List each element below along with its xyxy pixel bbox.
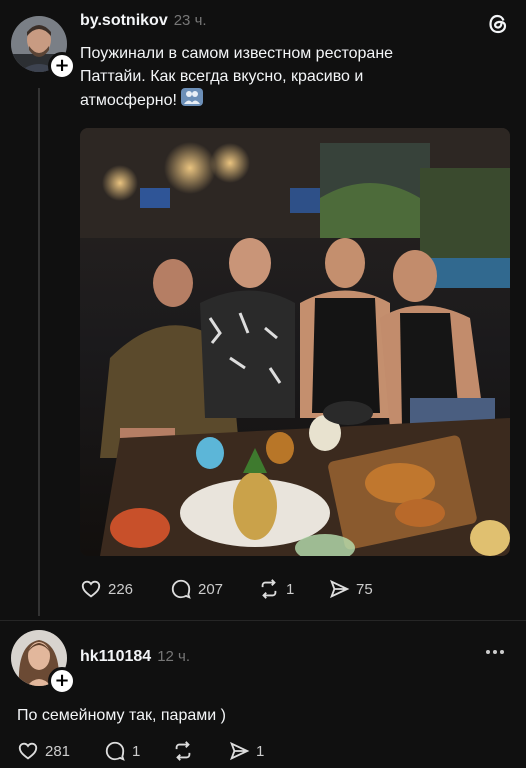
- post-timestamp: 23 ч.: [173, 12, 207, 29]
- couple-emoji-icon: [180, 88, 203, 113]
- heart-icon: [18, 742, 38, 760]
- repost-icon: [261, 579, 277, 599]
- post-divider: [0, 620, 526, 621]
- comment-bubble-icon: [105, 741, 125, 761]
- share-action[interactable]: 75: [328, 578, 373, 600]
- threads-logo-icon[interactable]: [486, 12, 510, 41]
- post-text-line: Поужинали в самом известном ресторане: [80, 45, 394, 62]
- more-dots-icon[interactable]: [486, 650, 504, 654]
- reply-header: hk110184 12 ч.: [80, 648, 190, 666]
- comment-bubble-icon: [171, 579, 191, 599]
- reply-like-count: 281: [45, 742, 71, 760]
- post-photo[interactable]: [80, 128, 510, 556]
- heart-icon: [81, 580, 101, 598]
- follow-plus-button[interactable]: +: [48, 52, 76, 80]
- repost-action[interactable]: 1: [258, 578, 294, 600]
- post-text-line: атмосферно!: [80, 88, 500, 113]
- reply-text: По семейному так, парами ): [17, 707, 226, 724]
- post-header: by.sotnikov 23 ч.: [80, 12, 207, 30]
- reply-repost-action[interactable]: [172, 740, 194, 762]
- follow-plus-button[interactable]: +: [48, 667, 76, 695]
- comment-action[interactable]: 207: [170, 578, 223, 600]
- thread-connector-line: [38, 88, 40, 616]
- share-count: 75: [356, 580, 373, 598]
- send-icon: [230, 741, 250, 761]
- send-icon: [330, 579, 350, 599]
- repost-count: 1: [286, 580, 295, 598]
- post-text: Поужинали в самом известном ресторане Па…: [80, 42, 500, 113]
- reply-share-action[interactable]: 1: [228, 740, 264, 762]
- reply-share-count: 1: [256, 742, 265, 760]
- reply-comment-action[interactable]: 1: [104, 740, 140, 762]
- post-username[interactable]: by.sotnikov: [80, 12, 168, 30]
- comment-count: 207: [198, 580, 224, 598]
- post-text-line: Паттайи. Как всегда вкусно, красиво и: [80, 68, 364, 85]
- reply-like-action[interactable]: 281: [17, 740, 70, 762]
- like-count: 226: [108, 580, 134, 598]
- repost-icon: [175, 741, 191, 761]
- reply-username[interactable]: hk110184: [80, 648, 151, 666]
- reply-comment-count: 1: [132, 742, 141, 760]
- like-action[interactable]: 226: [80, 578, 133, 600]
- reply-timestamp: 12 ч.: [157, 648, 191, 665]
